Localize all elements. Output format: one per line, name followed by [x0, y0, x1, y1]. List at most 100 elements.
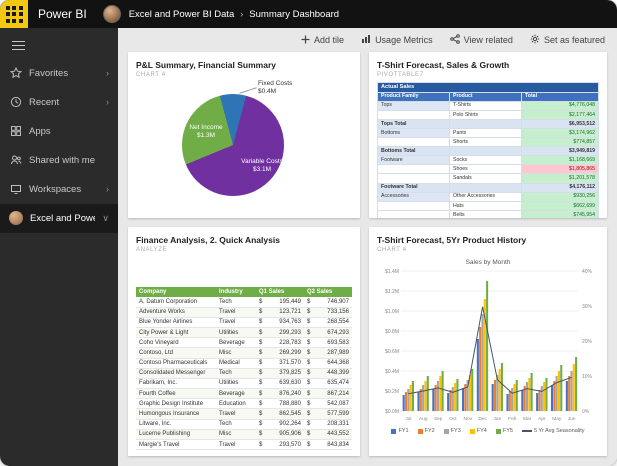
sidebar-item-excel-and-power[interactable]: Excel and Power ... ∨ — [0, 203, 118, 233]
q2-sales-cell: $268,554 — [304, 317, 352, 328]
toolbar-label: Add tile — [314, 35, 345, 45]
amount: 287,989 — [327, 349, 349, 356]
company-cell: A. Datum Corporation — [136, 297, 216, 308]
money-value: $934,763 — [259, 319, 301, 325]
svg-text:Nov: Nov — [464, 416, 473, 422]
tile-subtitle: CHART 4 — [377, 247, 407, 253]
svg-text:Jul: Jul — [405, 416, 411, 422]
pie-label-variable-costs: Variable Costs $3.1M — [234, 158, 290, 175]
pivot-total-cell: $774,857 — [521, 137, 599, 148]
pivot-title-cell: Actual Sales — [377, 82, 599, 93]
pivot-product-cell: Shorts — [449, 137, 522, 148]
q2-sales-cell: $542,087 — [304, 398, 352, 410]
pivot-product-cell — [449, 118, 522, 129]
q1-sales-cell: $293,570 — [256, 439, 304, 451]
legend-item-fy5: FY5 — [495, 428, 513, 434]
currency-symbol: $ — [307, 390, 311, 397]
toolbar-view-related-button[interactable]: View related — [449, 34, 513, 46]
company-cell: Contoso Pharmaceuticals — [136, 358, 216, 369]
svg-text:Sep: Sep — [434, 416, 443, 422]
pivot-row: Bottoms Pants $3,174,962 — [377, 127, 599, 139]
pivot-product-cell — [449, 146, 522, 157]
app-launcher-icon[interactable] — [0, 0, 28, 28]
svg-text:20%: 20% — [582, 339, 593, 345]
money-value: $862,545 — [259, 411, 301, 417]
slice-value: $3.1M — [252, 166, 272, 174]
chevron-icon: ∨ — [102, 212, 109, 223]
svg-text:$0.6M: $0.6M — [385, 349, 399, 355]
pivot-total-cell: $4,176,112 — [521, 182, 599, 193]
tile-pnl-summary[interactable]: P&L Summary, Financial Summary CHART 4 F… — [128, 52, 360, 218]
pivot-total-cell: $662,699 — [521, 200, 599, 211]
q1-sales-cell: $902,264 — [256, 419, 304, 430]
related-icon — [449, 34, 460, 46]
main-content: Add tile Usage Metrics View related Set as … — [118, 28, 617, 466]
money-value: $542,087 — [307, 401, 349, 407]
money-value: $733,156 — [307, 309, 349, 315]
pivot-family-cell: Accessories — [377, 191, 450, 202]
amount: 269,299 — [279, 349, 301, 356]
amount: 123,721 — [279, 309, 301, 316]
svg-text:$0.2M: $0.2M — [385, 389, 399, 395]
amount: 379,825 — [279, 370, 301, 377]
pivot-total-cell: $930,256 — [521, 191, 599, 202]
slice-label: Net Income — [189, 124, 223, 131]
tile-tshirt-forecast-pivot[interactable]: T-Shirt Forecast, Sales & Growth PIVOTTA… — [369, 52, 607, 218]
currency-symbol: $ — [259, 421, 263, 428]
sidebar-item-apps[interactable]: Apps — [0, 117, 118, 146]
amount: 746,907 — [327, 298, 349, 305]
pivot-family-cell: Tops Total — [377, 118, 450, 129]
toolbar-usage-metrics-button[interactable]: Usage Metrics — [361, 34, 433, 46]
pivot-head: Actual Sales Product Family Product Total — [377, 82, 599, 102]
gear-icon — [530, 34, 540, 46]
q1-sales-cell: $299,293 — [256, 327, 304, 339]
company-cell: Coho Vineyard — [136, 337, 216, 349]
window-body: Favorites › Recent › Apps Shared with me Works… — [0, 28, 617, 466]
sidebar-item-recent[interactable]: Recent › — [0, 88, 118, 117]
svg-text:$1.4M: $1.4M — [385, 269, 399, 275]
tile-finance-analysis[interactable]: Finance Analysis, 2. Quick Analysis ANAL… — [128, 227, 360, 456]
currency-symbol: $ — [259, 360, 263, 367]
avatar[interactable] — [102, 5, 121, 23]
pivot-product-cell: Shoes — [449, 164, 522, 175]
pivot-product-cell: Sandals — [449, 173, 522, 184]
q2-sales-cell: $674,293 — [304, 327, 352, 339]
table-row: A. Datum Corporation Tech $195,449 $746,907 — [136, 297, 352, 308]
hamburger-menu-icon[interactable] — [0, 28, 118, 59]
metrics-icon — [361, 34, 371, 46]
currency-symbol: $ — [259, 380, 263, 387]
table-row: Margie's Travel Travel $293,570 $843,834 — [136, 439, 352, 451]
toolbar-label: View related — [463, 35, 513, 45]
sidebar: Favorites › Recent › Apps Shared with me Works… — [0, 28, 118, 466]
money-value: $208,331 — [307, 421, 349, 427]
svg-text:Aug: Aug — [419, 416, 428, 422]
pivot-row: Shorts $774,857 — [377, 137, 599, 148]
toolbar-set-as-featured-button[interactable]: Set as featured — [530, 34, 605, 46]
chart-legend: FY1 FY2 FY3 FY4 FY5 5 Yr Avg Seasonality — [377, 428, 599, 434]
sidebar-item-favorites[interactable]: Favorites › — [0, 59, 118, 88]
q2-sales-cell: $287,989 — [304, 347, 352, 359]
tile-5yr-product-history[interactable]: T-Shirt Forecast, 5Yr Product History CH… — [369, 227, 607, 456]
pivot-row: Sandals $1,201,578 — [377, 173, 599, 184]
svg-text:$0.8M: $0.8M — [385, 329, 399, 335]
tile-title: P&L Summary, Financial Summary — [136, 60, 276, 70]
sidebar-item-workspaces[interactable]: Workspaces › — [0, 175, 118, 204]
money-value: $639,630 — [259, 380, 301, 386]
pivot-product-cell: Hats — [449, 200, 522, 211]
pivot-product-cell: Belts — [449, 209, 522, 218]
sidebar-item-shared-with-me[interactable]: Shared with me — [0, 146, 118, 175]
currency-symbol: $ — [307, 319, 311, 326]
pnl-pie-chart[interactable] — [182, 94, 284, 196]
toolbar-add-tile-button[interactable]: Add tile — [301, 35, 344, 46]
industry-cell: Misc — [216, 429, 256, 441]
table-row: City Power & Light Utilities $299,293 $674,… — [136, 327, 352, 339]
legend-label: FY4 — [476, 428, 487, 434]
table-row: Adventure Works Travel $123,721 $733,156 — [136, 307, 352, 318]
slice-value: $0.4M — [258, 88, 277, 96]
q1-sales-cell: $195,449 — [256, 297, 304, 308]
breadcrumb-parent[interactable]: Excel and Power BI Data — [129, 9, 235, 20]
pivot-row: Footware Socks $1,168,669 — [377, 155, 599, 166]
currency-symbol: $ — [307, 329, 311, 336]
amount: 293,570 — [279, 441, 301, 448]
pivot-family-cell — [377, 137, 450, 148]
